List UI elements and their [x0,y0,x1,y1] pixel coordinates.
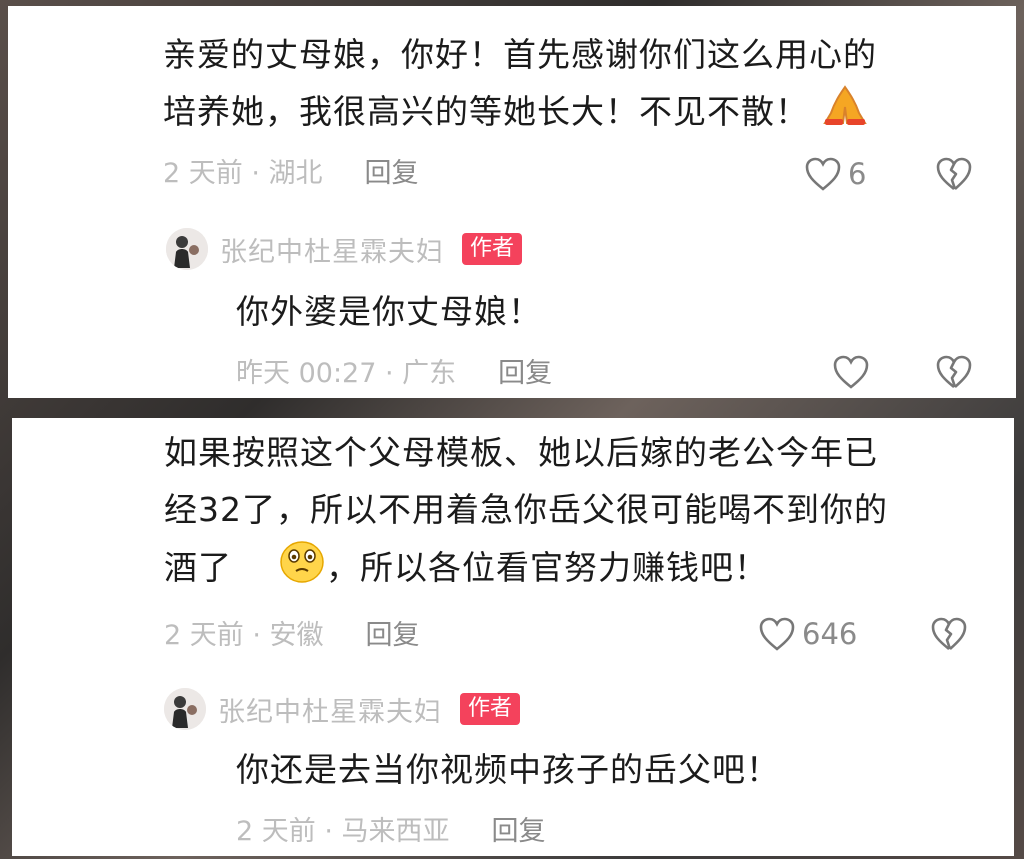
comment-time-location: 2 天前 · 安徽 [164,620,324,651]
author-name[interactable]: 张纪中杜星霖夫妇 [218,690,442,729]
comment-time-location: 2 天前 · 湖北 [163,158,323,189]
comment-card-2: 如果按照这个父母模板、她以后嫁的老公今年已 经32了，所以不用着急你岳父很可能喝… [12,418,1014,856]
comment-card-1: 亲爱的丈母娘，你好！首先感谢你们这么用心的 培养她，我很高兴的等她长大！不见不散… [8,6,1016,398]
author-reply-meta: 昨天 00:27 · 广东 回复 [236,356,552,392]
heart-icon[interactable] [832,354,870,390]
reply-time-location: 2 天前 · 马来西亚 [236,816,450,847]
broken-heart-icon[interactable] [935,156,973,192]
like-count: 646 [802,617,858,651]
like-count: 6 [848,157,867,191]
author-avatar[interactable] [164,688,206,730]
comment-meta: 2 天前 · 安徽 回复 [164,618,420,654]
heart-icon[interactable] [804,156,842,192]
author-reply-text: 你外婆是你丈母娘！ [236,292,542,331]
reply-button[interactable]: 回复 [366,618,420,654]
reply-button[interactable]: 回复 [492,814,546,850]
reply-button[interactable]: 回复 [365,156,419,192]
like-button[interactable]: 646 [758,616,857,652]
author-reply-header: 张纪中杜星霖夫妇 作者 [164,688,521,730]
broken-heart-icon[interactable] [930,616,968,652]
comment-text: 亲爱的丈母娘，你好！首先感谢你们这么用心的 培养她，我很高兴的等她长大！不见不散… [163,26,877,144]
comment-meta: 2 天前 · 湖北 回复 [163,156,419,192]
dislike-button[interactable] [930,616,968,652]
broken-heart-icon[interactable] [935,354,973,390]
heart-icon[interactable] [758,616,796,652]
author-reply-meta: 2 天前 · 马来西亚 回复 [236,814,546,850]
author-badge: 作者 [460,693,521,725]
author-name[interactable]: 张纪中杜星霖夫妇 [220,230,444,269]
like-button[interactable]: 6 [804,156,866,192]
author-avatar[interactable] [166,228,208,270]
reply-button[interactable]: 回复 [498,356,552,392]
pray-emoji [821,83,869,144]
comment-text: 如果按照这个父母模板、她以后嫁的老公今年已 经32了，所以不用着急你岳父很可能喝… [164,424,888,601]
worried-face-emoji [278,538,326,601]
reply-dislike-button[interactable] [935,354,973,390]
author-badge: 作者 [462,233,523,265]
reply-time-location: 昨天 00:27 · 广东 [236,358,457,389]
dislike-button[interactable] [935,156,973,192]
author-reply-header: 张纪中杜星霖夫妇 作者 [166,228,523,270]
reply-like-button[interactable] [832,354,870,390]
author-reply-text: 你还是去当你视频中孩子的岳父吧！ [236,750,780,789]
